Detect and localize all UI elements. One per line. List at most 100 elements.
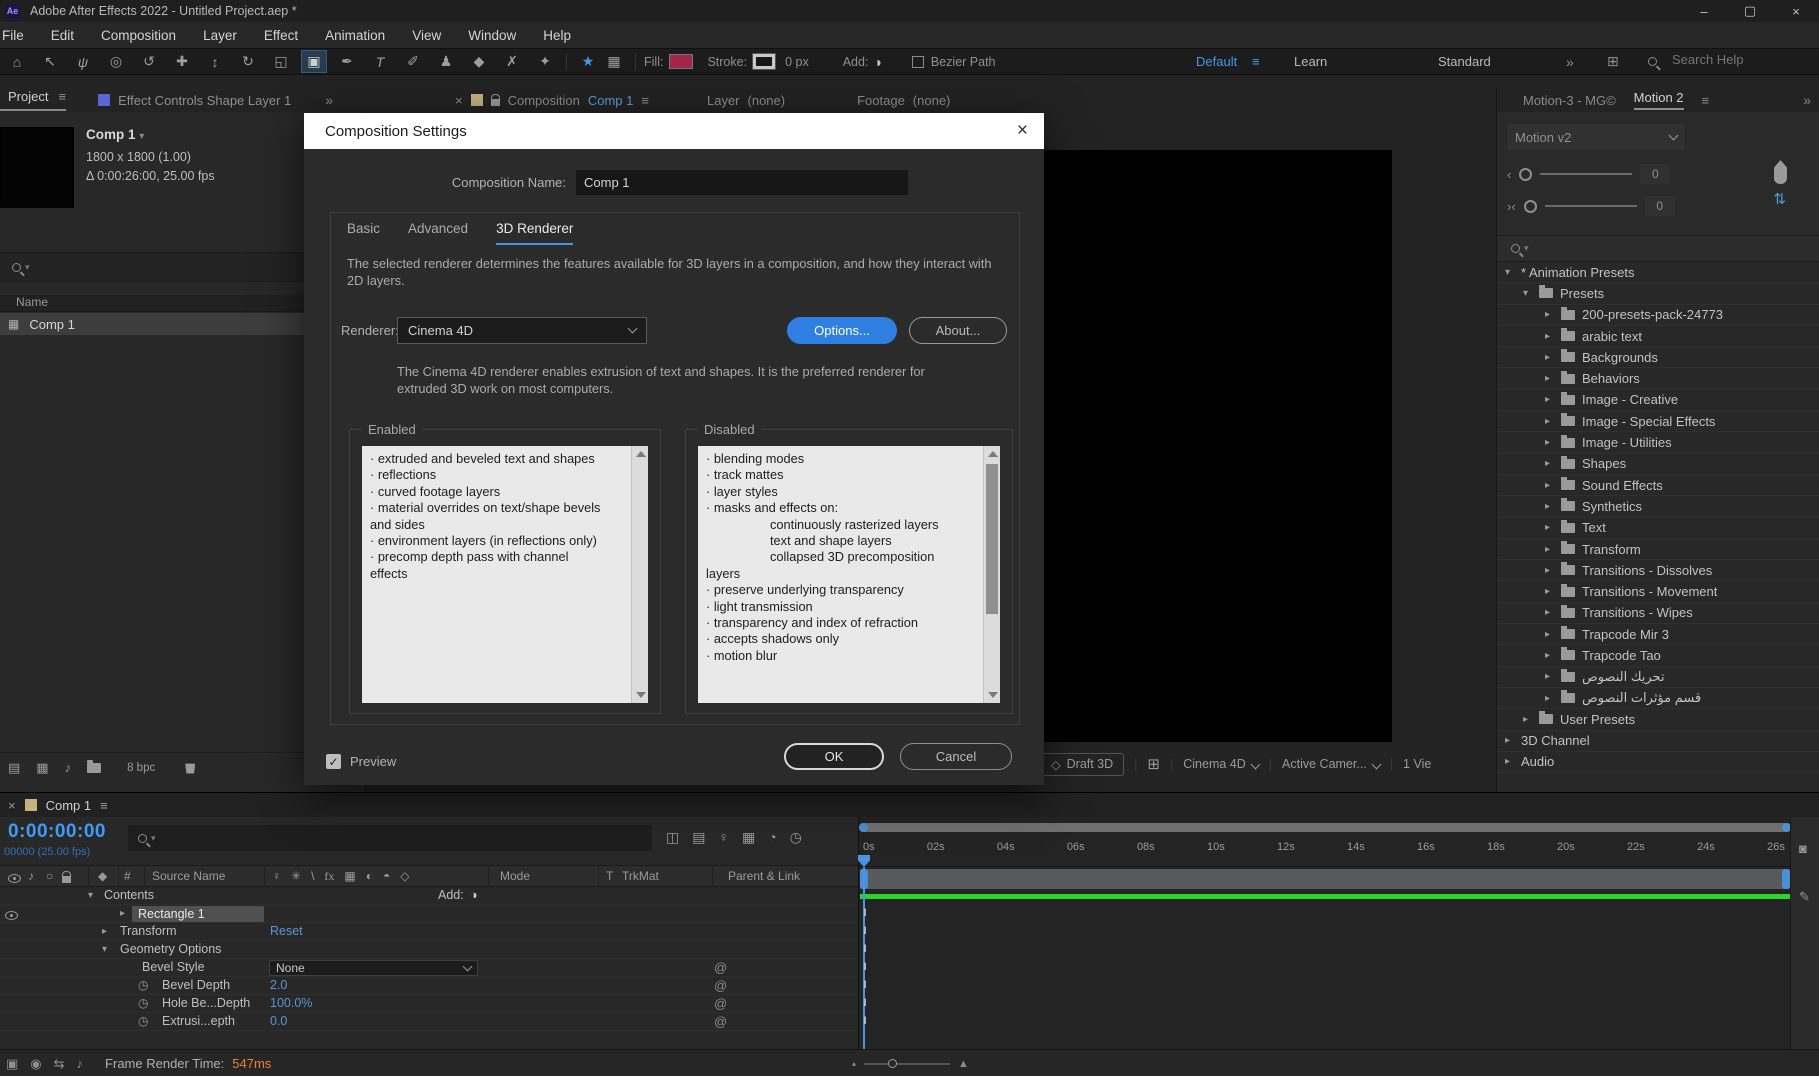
close-icon[interactable]: × (8, 798, 16, 813)
slider1-track[interactable] (1540, 173, 1633, 175)
chevron-icon[interactable] (1505, 267, 1514, 278)
view-layout-icon[interactable]: ⊞ (1147, 755, 1160, 773)
chevron-icon[interactable] (1545, 522, 1554, 533)
workspace-menu-icon[interactable]: ≡ (1252, 54, 1260, 69)
snapshot-icon[interactable]: ◉ (30, 1056, 41, 1072)
preset-tree-item[interactable]: Behaviors (1497, 368, 1819, 389)
roto-brush-tool[interactable]: ✗ (499, 50, 525, 73)
slider2-handle[interactable] (1523, 199, 1537, 213)
puppet-pin-tool[interactable]: ✦ (532, 50, 558, 73)
layer-in-point[interactable]: I (861, 925, 869, 937)
layer-in-point[interactable]: I (861, 961, 869, 973)
renderer-dropdown[interactable]: Cinema 4D (397, 317, 647, 344)
clone-stamp-tool[interactable]: ♟ (433, 50, 459, 73)
stopwatch-icon[interactable]: ◷ (138, 978, 148, 992)
chevron-icon[interactable] (1545, 650, 1554, 661)
close-button[interactable]: × (1773, 0, 1819, 22)
preset-tree-item[interactable]: Transitions - Movement (1497, 581, 1819, 602)
dialog-tab[interactable]: Basic (347, 221, 380, 245)
quality-icon[interactable]: \ (311, 869, 314, 884)
timeline-panel-menu-icon[interactable]: ≡ (100, 798, 108, 813)
type-tool[interactable]: T (367, 50, 393, 73)
tab-footage-label[interactable]: Footage (857, 93, 905, 108)
menu-item[interactable]: File (2, 28, 24, 43)
row-bevel-depth[interactable]: ◷ Bevel Depth 2.0 @ (0, 977, 858, 995)
enabled-list-scrollbar[interactable] (631, 446, 648, 703)
menu-item[interactable]: Composition (101, 28, 176, 43)
in-out-icon[interactable]: ⇆ (54, 1056, 65, 1072)
home-tool[interactable]: ⌂ (4, 50, 30, 73)
timeline-search[interactable]: ▾ (128, 825, 652, 851)
zoom-slider-track[interactable] (864, 1058, 951, 1068)
pan-behind-tool[interactable]: ◱ (268, 50, 294, 73)
transparency-grid-icon[interactable]: ▦ (601, 50, 627, 73)
chevron-icon[interactable] (1545, 309, 1554, 320)
chevron-icon[interactable] (1505, 756, 1514, 767)
workspace-standard[interactable]: Standard (1438, 54, 1491, 69)
comp-marker-icon[interactable]: ✎ (1799, 889, 1810, 905)
scroll-down-icon[interactable] (988, 692, 998, 698)
preset-tree-item[interactable]: Synthetics (1497, 496, 1819, 517)
shy-icon[interactable]: ♀ (272, 869, 281, 884)
scroll-up-icon[interactable] (636, 451, 646, 457)
add-icon[interactable]: ◑ (470, 888, 478, 902)
row-hole-bevel-depth[interactable]: ◷ Hole Be...Depth 100.0% @ (0, 995, 858, 1013)
preset-tree-item[interactable]: Transitions - Dissolves (1497, 560, 1819, 581)
pickwhip-icon[interactable]: @ (714, 978, 727, 993)
time-ruler[interactable]: 0s 02s 04s 06s 08s 10s 12s 14s 16s 18s 20s 22s 24s 26… (859, 839, 1791, 875)
pickwhip-icon[interactable]: @ (714, 960, 727, 975)
overflow-icon[interactable]: » (1803, 92, 1811, 108)
timeline-horizontal-scrollbar[interactable] (859, 823, 1791, 832)
chevron-icon[interactable] (1545, 607, 1554, 618)
dialog-tab[interactable]: 3D Renderer (496, 221, 574, 245)
chevron-icon[interactable] (1545, 331, 1554, 342)
tab-project[interactable]: Project (0, 89, 59, 111)
dialog-tab[interactable]: Advanced (408, 221, 468, 245)
hand-tool[interactable]: ψ (70, 50, 96, 73)
preset-tree-item[interactable]: Transitions - Wipes (1497, 603, 1819, 624)
chevron-icon[interactable] (1545, 671, 1554, 682)
rectangle-tool[interactable]: ▣ (301, 50, 327, 73)
presets-search[interactable]: ▾ (1497, 236, 1819, 262)
overflow-icon[interactable]: » (1566, 54, 1574, 70)
layer-in-point[interactable]: I (861, 997, 869, 1009)
preset-tree-item[interactable]: User Presets (1497, 709, 1819, 730)
dialog-close-icon[interactable]: × (1017, 120, 1028, 142)
star-icon[interactable]: ★ (575, 50, 601, 73)
slider1-value[interactable]: 0 (1640, 164, 1671, 184)
slider2-track[interactable] (1544, 205, 1637, 207)
preset-tree-item[interactable]: Trapcode Mir 3 (1497, 624, 1819, 645)
menu-item[interactable]: View (412, 28, 441, 43)
preset-tree-item[interactable]: Trapcode Tao (1497, 645, 1819, 666)
work-area-bar[interactable] (860, 869, 1790, 889)
preset-tree-item[interactable]: Image - Utilities (1497, 432, 1819, 453)
close-icon[interactable]: × (455, 93, 463, 108)
ok-button[interactable]: OK (784, 743, 884, 770)
presets-panel-menu-icon[interactable]: ≡ (1702, 93, 1710, 108)
chevron-down-icon[interactable]: ▾ (139, 131, 144, 142)
bevel-style-dropdown[interactable]: None (269, 960, 478, 976)
extrusion-depth-value[interactable]: 0.0 (270, 1014, 287, 1028)
workspace-panel-icon[interactable]: ⊞ (1607, 53, 1619, 70)
t-column[interactable]: T (606, 869, 613, 883)
preset-tree-item[interactable]: قسم مؤثرات النصوص (1497, 688, 1819, 709)
disabled-list-scrollbar[interactable] (983, 446, 1000, 703)
row-transform[interactable]: ▸ Transform Reset (0, 923, 858, 941)
chevron-icon[interactable] (1545, 394, 1554, 405)
layer-in-point[interactable]: I (861, 907, 869, 919)
rotation-tool[interactable]: ↻ (235, 50, 261, 73)
chevron-icon[interactable] (1505, 735, 1514, 746)
slider2-value[interactable]: 0 (1644, 196, 1675, 216)
layer-number-column[interactable]: # (124, 869, 131, 883)
preset-tree-item[interactable]: 3D Channel (1497, 731, 1819, 752)
composition-name-input[interactable] (576, 170, 908, 195)
brush-tool[interactable]: ✐ (400, 50, 426, 73)
preset-tree-item[interactable]: Backgrounds (1497, 347, 1819, 368)
row-geometry-options[interactable]: ▾ Geometry Options (0, 941, 858, 959)
add-icon[interactable]: ◑ (873, 54, 881, 70)
parent-link-column[interactable]: Parent & Link (728, 869, 800, 883)
chevron-closed-icon[interactable]: ▸ (102, 926, 107, 937)
trkmat-column[interactable]: TrkMat (622, 869, 659, 883)
layer-in-point[interactable]: I (861, 1015, 869, 1027)
chevron-icon[interactable] (1523, 714, 1532, 725)
